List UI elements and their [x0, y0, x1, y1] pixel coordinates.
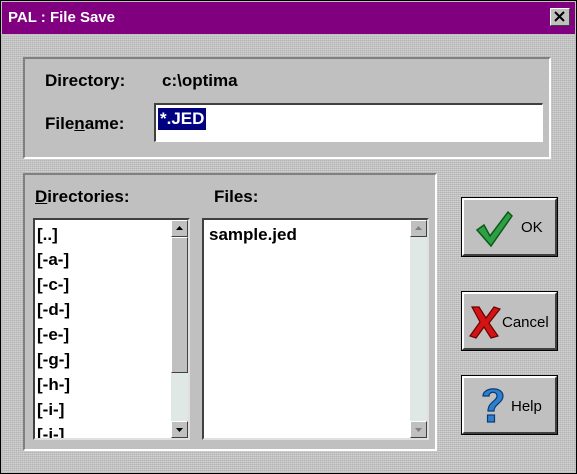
scroll-up-button[interactable]	[410, 220, 427, 237]
directories-label-rest: irectories:	[47, 187, 130, 206]
directory-item[interactable]: [-i-]	[37, 400, 64, 420]
filename-input-value: *.JED	[158, 108, 207, 130]
directory-item[interactable]: [..]	[37, 225, 58, 245]
close-button[interactable]	[550, 8, 570, 26]
ok-button[interactable]: OK	[461, 197, 558, 257]
scroll-thumb[interactable]	[171, 237, 188, 373]
arrow-up-icon	[176, 226, 183, 230]
window-title: PAL : File Save	[8, 9, 115, 26]
ok-button-label: OK	[521, 219, 543, 236]
blue-question-icon	[482, 388, 504, 423]
files-scrollbar[interactable]	[410, 220, 427, 438]
file-save-dialog: PAL : File Save Directory: c:\optima Fil…	[0, 0, 577, 474]
directories-label: Directories:	[35, 187, 129, 207]
red-x-icon	[469, 306, 501, 339]
directory-item[interactable]: [-j-]	[37, 425, 64, 438]
directory-item[interactable]: [-a-]	[37, 250, 69, 270]
title-bar[interactable]: PAL : File Save	[2, 2, 575, 34]
directory-label: Directory:	[45, 71, 126, 90]
arrow-down-icon	[415, 428, 422, 432]
directories-scrollbar[interactable]	[171, 220, 188, 438]
filename-label-post: ame:	[84, 114, 125, 133]
directory-item[interactable]: [-c-]	[37, 275, 69, 295]
directory-value: c:\optima	[162, 71, 238, 90]
cancel-button[interactable]: Cancel	[461, 291, 558, 351]
green-checkmark-icon	[475, 210, 513, 248]
files-list[interactable]: sample.jed	[202, 218, 429, 440]
directory-item[interactable]: [-g-]	[37, 350, 70, 370]
directories-label-key: D	[35, 187, 48, 206]
scroll-down-button[interactable]	[171, 421, 188, 438]
arrow-down-icon	[176, 428, 183, 432]
filename-input[interactable]: *.JED	[154, 103, 543, 142]
directory-item[interactable]: [-e-]	[37, 325, 69, 345]
close-icon	[554, 11, 565, 22]
directory-item[interactable]: [-d-]	[37, 300, 70, 320]
filename-label-pre: File	[45, 114, 75, 133]
directories-list[interactable]: [..] [-a-] [-c-] [-d-] [-e-] [-g-] [-h-]…	[33, 218, 190, 440]
filename-label: Filename:	[45, 114, 124, 134]
file-item[interactable]: sample.jed	[209, 225, 297, 245]
files-label: Files:	[214, 187, 259, 206]
help-button-label: Help	[511, 398, 542, 415]
cancel-button-label: Cancel	[502, 314, 549, 331]
filename-label-key: n	[74, 114, 85, 133]
help-button[interactable]: Help	[461, 375, 558, 435]
arrow-up-icon	[415, 226, 422, 230]
directory-item[interactable]: [-h-]	[37, 375, 70, 395]
scroll-up-button[interactable]	[171, 220, 188, 237]
scroll-down-button[interactable]	[410, 421, 427, 438]
